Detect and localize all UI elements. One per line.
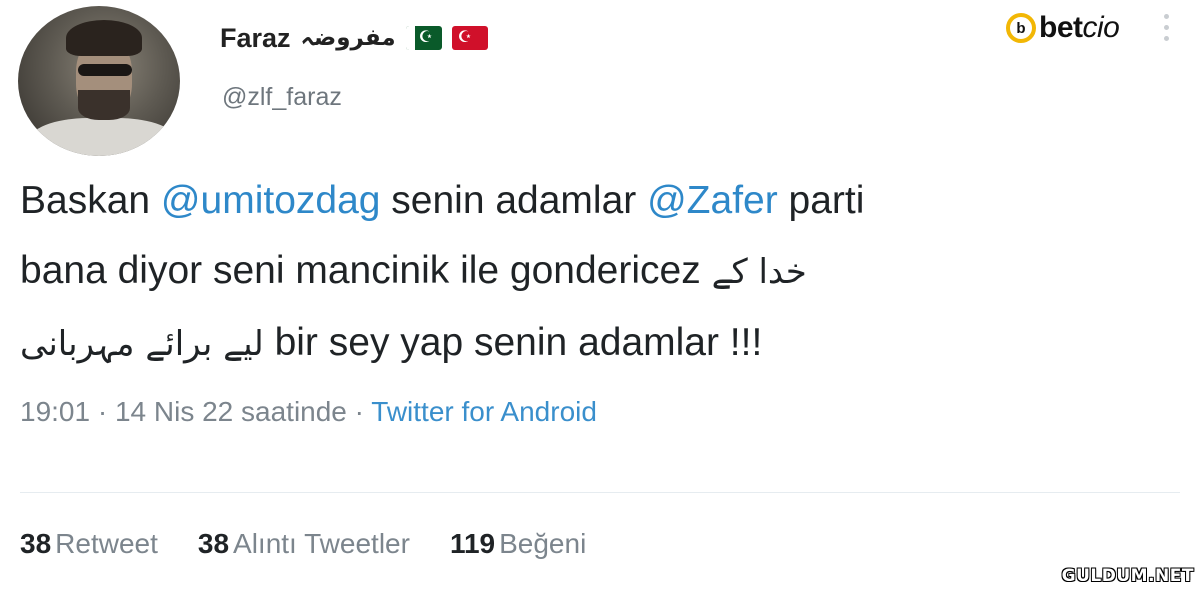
- mention-umitozdag[interactable]: @umitozdag: [161, 179, 381, 222]
- avatar-sunglasses: [78, 64, 132, 76]
- tweet-urdu-text: لیے برائے مہربانی: [20, 324, 264, 364]
- betcio-logo: b betcio: [1006, 8, 1120, 48]
- tweet-meta: 19:01 · 14 Nis 22 saatinde · Twitter for…: [20, 396, 597, 427]
- avatar-hair: [66, 20, 142, 56]
- divider: [20, 492, 1180, 493]
- betcio-logo-mark: b: [1006, 13, 1036, 43]
- betcio-logo-text: betcio: [1039, 11, 1120, 44]
- avatar-shirt: [28, 118, 178, 156]
- user-name-row: Faraz مفروضہ ☪ ☪: [220, 18, 488, 58]
- tweet-source[interactable]: Twitter for Android: [371, 396, 597, 427]
- turkey-flag-icon: ☪: [451, 26, 488, 50]
- tweet-timestamp[interactable]: 19:01 · 14 Nis 22 saatinde: [20, 396, 347, 427]
- retweet-count[interactable]: 38 Retweet: [20, 528, 158, 560]
- pakistan-flag-icon: ☪: [405, 26, 442, 50]
- tweet-stats: 38 Retweet 38 Alıntı Tweetler 119 Beğeni: [20, 528, 586, 560]
- tweet-text-line-3: لیے برائے مہربانی bir sey yap senin adam…: [20, 321, 763, 364]
- avatar-beard: [78, 90, 130, 120]
- tweet-urdu-text: خدا کے: [711, 252, 807, 292]
- tweet-text-line-1: Baskan @umitozdag senin adamlar @Zafer p…: [20, 179, 865, 222]
- mention-zafer[interactable]: @Zafer: [647, 179, 778, 222]
- guldum-watermark: GULDUM.NET: [1061, 566, 1194, 586]
- quote-tweet-count[interactable]: 38 Alıntı Tweetler: [198, 528, 410, 560]
- more-options-icon[interactable]: [1164, 14, 1172, 41]
- tweet-text-line-2: bana diyor seni mancinik ile gondericez …: [20, 249, 807, 292]
- like-count[interactable]: 119 Beğeni: [450, 528, 586, 560]
- display-name[interactable]: Faraz: [220, 23, 291, 54]
- display-name-urdu[interactable]: مفروضہ: [301, 25, 396, 51]
- user-handle[interactable]: @zlf_faraz: [222, 83, 342, 112]
- avatar[interactable]: [18, 6, 180, 156]
